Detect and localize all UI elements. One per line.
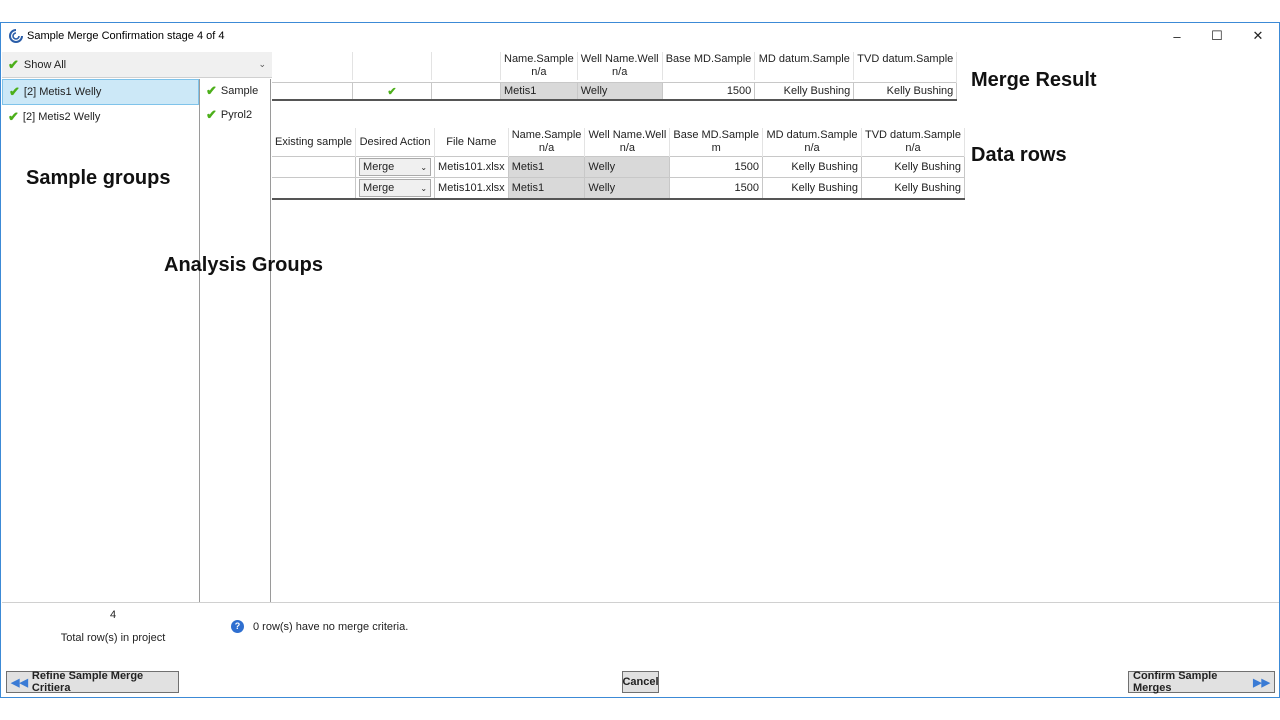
analysis-group-item[interactable]: ✔ Sample <box>201 79 270 103</box>
close-button[interactable]: ✕ <box>1238 23 1278 49</box>
file-name-cell: Metis101.xlsx <box>434 177 509 199</box>
column-header[interactable]: Name.Sample n/a <box>508 128 586 157</box>
column-header[interactable]: Name.Sample n/a <box>500 52 578 80</box>
analysis-groups-list: ✔ Sample ✔ Pyrol2 <box>201 79 271 602</box>
double-right-arrow-icon: ▶▶ <box>1253 676 1270 689</box>
column-header[interactable] <box>272 52 353 80</box>
data-rows-table: Existing sample Desired Action File Name… <box>272 128 965 200</box>
sample-group-label: [2] Metis1 Welly <box>23 86 102 98</box>
merge-result-header: Name.Sample n/a Well Name.Well n/a Base MD… <box>272 52 958 80</box>
checkmark-icon: ✔ <box>8 109 19 124</box>
app-logo-icon <box>9 29 23 43</box>
analysis-group-label: Sample <box>220 85 259 97</box>
checkmark-icon: ✔ <box>352 82 432 100</box>
name-cell: Metis1 <box>500 82 578 100</box>
existing-sample-cell <box>272 156 357 178</box>
maximize-button[interactable]: ☐ <box>1197 23 1237 49</box>
footer-panel: 4 Total row(s) in project ? 0 row(s) hav… <box>2 602 1279 666</box>
close-icon: ✕ <box>1252 28 1264 43</box>
tvd-datum-cell: Kelly Bushing <box>861 156 965 178</box>
confirm-sample-merges-button[interactable]: Confirm Sample Merges ▶▶ <box>1128 670 1275 694</box>
file-name-cell: Metis101.xlsx <box>434 156 509 178</box>
info-icon: ? <box>231 620 244 633</box>
total-row-label: Total row(s) in project <box>60 632 166 644</box>
sample-group-label: [2] Metis2 Welly <box>22 111 101 123</box>
well-name-cell: Welly <box>577 82 663 100</box>
info-message: 0 row(s) have no merge criteria. <box>253 621 409 633</box>
column-header[interactable]: MD datum.Sample <box>754 52 855 80</box>
data-row[interactable]: Merge ⌄ Metis101.xlsx Metis1 Welly 1500 K… <box>272 177 965 199</box>
base-md-cell: 1500 <box>669 156 763 178</box>
maximize-icon: ☐ <box>1211 28 1223 43</box>
well-name-cell: Welly <box>584 177 671 199</box>
refine-merge-criteria-button[interactable]: ◀◀ Refine Sample Merge Critiera <box>6 670 179 694</box>
name-cell: Metis1 <box>508 156 586 178</box>
analysis-group-label: Pyrol2 <box>220 109 253 121</box>
column-header[interactable]: Existing sample <box>272 128 357 157</box>
md-datum-cell: Kelly Bushing <box>754 82 855 100</box>
merge-result-row[interactable]: ✔ Metis1 Welly 1500 Kelly Bushing Kelly … <box>272 82 958 100</box>
title-bar: Sample Merge Confirmation stage 4 of 4 –… <box>1 23 1279 49</box>
data-rows-header: Existing sample Desired Action File Name… <box>272 128 965 157</box>
window-title: Sample Merge Confirmation stage 4 of 4 <box>27 30 225 42</box>
show-all-label: Show All <box>23 58 67 71</box>
column-header[interactable]: MD datum.Sample n/a <box>762 128 862 157</box>
merge-grid-area: Name.Sample n/a Well Name.Well n/a Base MD… <box>272 52 1280 602</box>
column-header[interactable]: TVD datum.Sample <box>853 52 958 80</box>
double-left-arrow-icon: ◀◀ <box>11 676 28 689</box>
analysis-groups-annotation: Analysis Groups <box>164 254 323 276</box>
column-header[interactable] <box>352 52 432 80</box>
column-header[interactable]: Well Name.Well n/a <box>584 128 671 157</box>
checkmark-icon: ✔ <box>206 83 217 98</box>
column-header[interactable]: Desired Action <box>355 128 436 157</box>
tvd-datum-cell: Kelly Bushing <box>853 82 958 100</box>
checkmark-icon: ✔ <box>8 56 19 72</box>
merge-result-table: Name.Sample n/a Well Name.Well n/a Base MD… <box>272 52 958 101</box>
chevron-down-icon: ⌄ <box>420 183 428 193</box>
base-md-cell: 1500 <box>669 177 763 199</box>
existing-sample-cell <box>272 177 357 199</box>
chevron-down-icon: ⌄ <box>420 162 428 172</box>
desired-action-select[interactable]: Merge ⌄ <box>355 156 436 178</box>
column-header[interactable]: Base MD.Sample <box>662 52 756 80</box>
minimize-button[interactable]: – <box>1157 23 1197 49</box>
column-header[interactable]: Base MD.Sample m <box>669 128 763 157</box>
md-datum-cell: Kelly Bushing <box>762 156 862 178</box>
total-row-count: 4 <box>109 609 117 621</box>
base-md-cell: 1500 <box>662 82 756 100</box>
sample-groups-list: ✔ [2] Metis1 Welly ✔ [2] Metis2 Welly <box>2 79 200 602</box>
desired-action-select[interactable]: Merge ⌄ <box>355 177 436 199</box>
minimize-icon: – <box>1173 28 1181 44</box>
column-header[interactable]: File Name <box>434 128 509 157</box>
file-name-cell <box>431 82 501 100</box>
show-all-dropdown[interactable]: ✔ Show All ⌄ <box>2 52 272 78</box>
merge-result-annotation: Merge Result <box>971 69 1097 91</box>
md-datum-cell: Kelly Bushing <box>762 177 862 199</box>
analysis-group-item[interactable]: ✔ Pyrol2 <box>201 103 270 127</box>
chevron-down-icon: ⌄ <box>258 59 266 69</box>
well-name-cell: Welly <box>584 156 671 178</box>
tvd-datum-cell: Kelly Bushing <box>861 177 965 199</box>
column-header[interactable] <box>431 52 501 80</box>
main-window: Sample Merge Confirmation stage 4 of 4 –… <box>0 22 1280 698</box>
data-row[interactable]: Merge ⌄ Metis101.xlsx Metis1 Welly 1500 K… <box>272 156 965 178</box>
column-header[interactable]: Well Name.Well n/a <box>577 52 663 80</box>
checkmark-icon: ✔ <box>9 84 20 99</box>
name-cell: Metis1 <box>508 177 586 199</box>
cancel-button[interactable]: Cancel <box>622 671 659 693</box>
column-header[interactable]: TVD datum.Sample n/a <box>861 128 965 157</box>
checkmark-icon: ✔ <box>206 107 217 122</box>
sample-groups-annotation: Sample groups <box>26 167 171 189</box>
existing-sample-cell <box>272 82 353 100</box>
data-rows-annotation: Data rows <box>971 144 1067 166</box>
sample-group-item[interactable]: ✔ [2] Metis1 Welly <box>2 79 199 105</box>
sample-group-item[interactable]: ✔ [2] Metis2 Welly <box>2 105 199 129</box>
